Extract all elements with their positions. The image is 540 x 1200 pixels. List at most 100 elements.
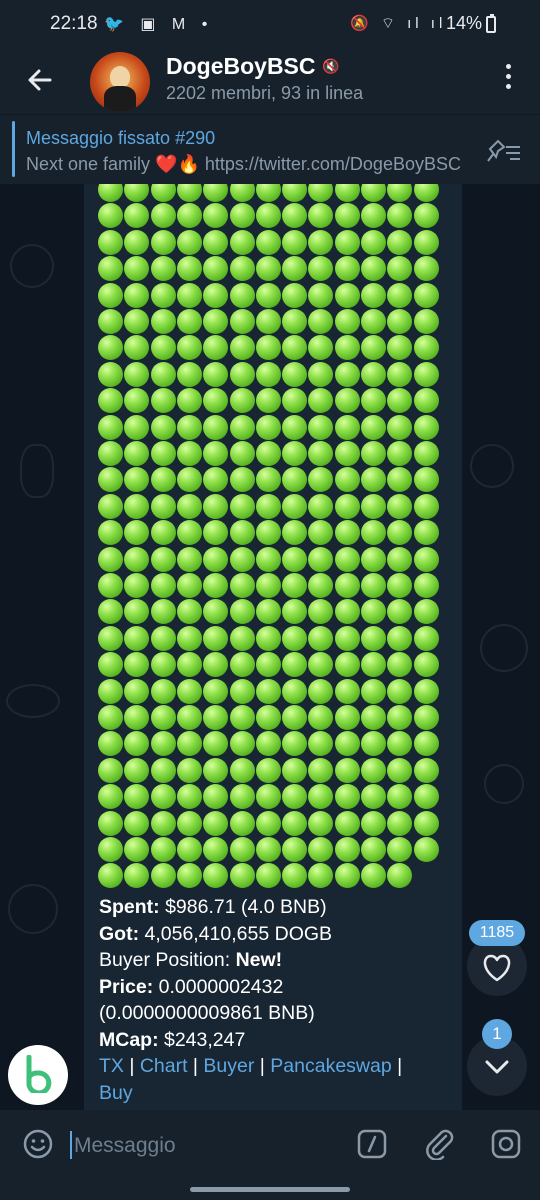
green-ball-emoji <box>150 863 176 889</box>
green-ball-emoji <box>361 441 386 466</box>
green-ball-emoji <box>334 573 360 598</box>
group-avatar[interactable] <box>90 52 150 112</box>
green-ball-emoji <box>176 599 202 625</box>
back-arrow-icon[interactable] <box>24 64 56 96</box>
green-ball-emoji <box>334 863 360 889</box>
green-ball-emoji <box>98 414 123 440</box>
green-ball-emoji <box>203 203 229 229</box>
green-ball-emoji <box>124 441 150 466</box>
green-ball-emoji <box>150 493 176 519</box>
green-ball-emoji <box>387 520 413 546</box>
green-ball-emoji <box>203 414 229 440</box>
tx-link[interactable]: TX <box>99 1055 124 1077</box>
chat-area[interactable]: Spent: $986.71 (4.0 BNB) Got: 4,056,410,… <box>0 184 540 1110</box>
green-ball-emoji <box>361 705 386 730</box>
green-ball-emoji <box>124 599 150 625</box>
pin-list-icon[interactable] <box>486 139 522 163</box>
green-ball-emoji <box>176 256 202 282</box>
green-ball-emoji <box>308 705 334 730</box>
pinned-message-bar[interactable]: Messaggio fissato #290 Next one family ❤… <box>0 114 540 185</box>
buy-link[interactable]: Buy <box>99 1082 133 1104</box>
green-ball-emoji <box>361 256 386 282</box>
green-ball-emoji <box>229 256 255 282</box>
green-ball-emoji <box>229 625 255 651</box>
bot-avatar[interactable] <box>8 1045 68 1105</box>
green-ball-emoji <box>176 863 202 889</box>
green-ball-emoji <box>229 810 255 836</box>
system-nav-bar <box>0 1182 540 1200</box>
green-ball-emoji <box>387 335 413 361</box>
green-ball-emoji <box>98 784 123 810</box>
chat-title[interactable]: DogeBoyBSC <box>166 53 316 80</box>
green-ball-emoji <box>413 705 439 730</box>
green-ball-emoji <box>255 414 281 440</box>
green-ball-emoji <box>334 203 360 229</box>
emoji-icon[interactable] <box>22 1128 54 1160</box>
green-ball-emoji <box>176 546 202 572</box>
green-ball-emoji <box>413 784 439 810</box>
green-ball-emoji <box>282 335 308 361</box>
green-ball-emoji <box>98 184 123 202</box>
pancakeswap-link[interactable]: Pancakeswap <box>270 1055 391 1077</box>
green-ball-emoji <box>176 441 202 466</box>
home-handle[interactable] <box>190 1187 350 1192</box>
green-ball-emoji <box>229 388 255 414</box>
bot-commands-icon[interactable] <box>356 1128 388 1160</box>
green-ball-emoji <box>255 731 281 757</box>
green-ball-emoji <box>334 414 360 440</box>
green-ball-emoji <box>334 678 360 704</box>
green-ball-emoji <box>282 493 308 519</box>
green-ball-emoji <box>361 599 386 625</box>
green-ball-emoji <box>387 599 413 625</box>
green-ball-emoji <box>413 810 439 836</box>
green-ball-emoji <box>229 520 255 546</box>
green-ball-emoji <box>361 335 386 361</box>
green-ball-emoji <box>413 573 439 598</box>
green-ball-emoji <box>334 599 360 625</box>
green-ball-emoji <box>229 203 255 229</box>
green-ball-emoji <box>387 203 413 229</box>
camera-icon[interactable] <box>490 1128 522 1160</box>
green-ball-emoji <box>203 705 229 730</box>
green-ball-emoji <box>282 441 308 466</box>
more-options-icon[interactable] <box>504 64 512 94</box>
green-ball-emoji <box>361 414 386 440</box>
green-ball-emoji <box>255 335 281 361</box>
green-ball-emoji <box>282 388 308 414</box>
green-ball-emoji <box>203 546 229 572</box>
unread-count-badge: 1 <box>482 1019 512 1049</box>
green-ball-emoji <box>255 256 281 282</box>
chart-link[interactable]: Chart <box>140 1055 188 1077</box>
green-ball-emoji <box>361 810 386 836</box>
green-ball-emoji <box>203 520 229 546</box>
green-ball-emoji <box>203 731 229 757</box>
status-bar: 22:18 🐦 ▣ M • 🔕 ⌔ ıl ıl 14% <box>0 0 540 50</box>
buyer-link[interactable]: Buyer <box>203 1055 254 1077</box>
green-ball-emoji <box>150 678 176 704</box>
green-ball-emoji <box>203 335 229 361</box>
green-ball-emoji <box>282 705 308 730</box>
green-ball-emoji <box>308 837 334 862</box>
doodle-circle <box>8 884 58 934</box>
text-cursor <box>70 1131 72 1159</box>
green-ball-emoji <box>203 309 229 334</box>
green-ball-emoji <box>387 441 413 466</box>
green-ball-emoji <box>361 863 386 889</box>
green-ball-emoji <box>413 309 439 334</box>
green-ball-emoji <box>176 203 202 229</box>
green-ball-emoji <box>308 863 334 889</box>
message-input[interactable]: Messaggio <box>74 1130 344 1162</box>
green-ball-emoji <box>124 229 150 255</box>
green-ball-emoji <box>387 229 413 255</box>
green-ball-emoji <box>334 335 360 361</box>
green-ball-emoji <box>124 784 150 810</box>
green-ball-emoji <box>98 863 123 889</box>
attach-icon[interactable] <box>422 1126 456 1160</box>
green-ball-emoji <box>282 652 308 678</box>
doodle-circle <box>10 244 54 288</box>
green-ball-emoji <box>413 335 439 361</box>
green-ball-emoji <box>255 757 281 783</box>
message-text: Spent: $986.71 (4.0 BNB) Got: 4,056,410,… <box>99 894 449 1106</box>
avatar-body <box>104 86 136 112</box>
links-line: TX | Chart | Buyer | Pancakeswap | <box>99 1055 403 1077</box>
